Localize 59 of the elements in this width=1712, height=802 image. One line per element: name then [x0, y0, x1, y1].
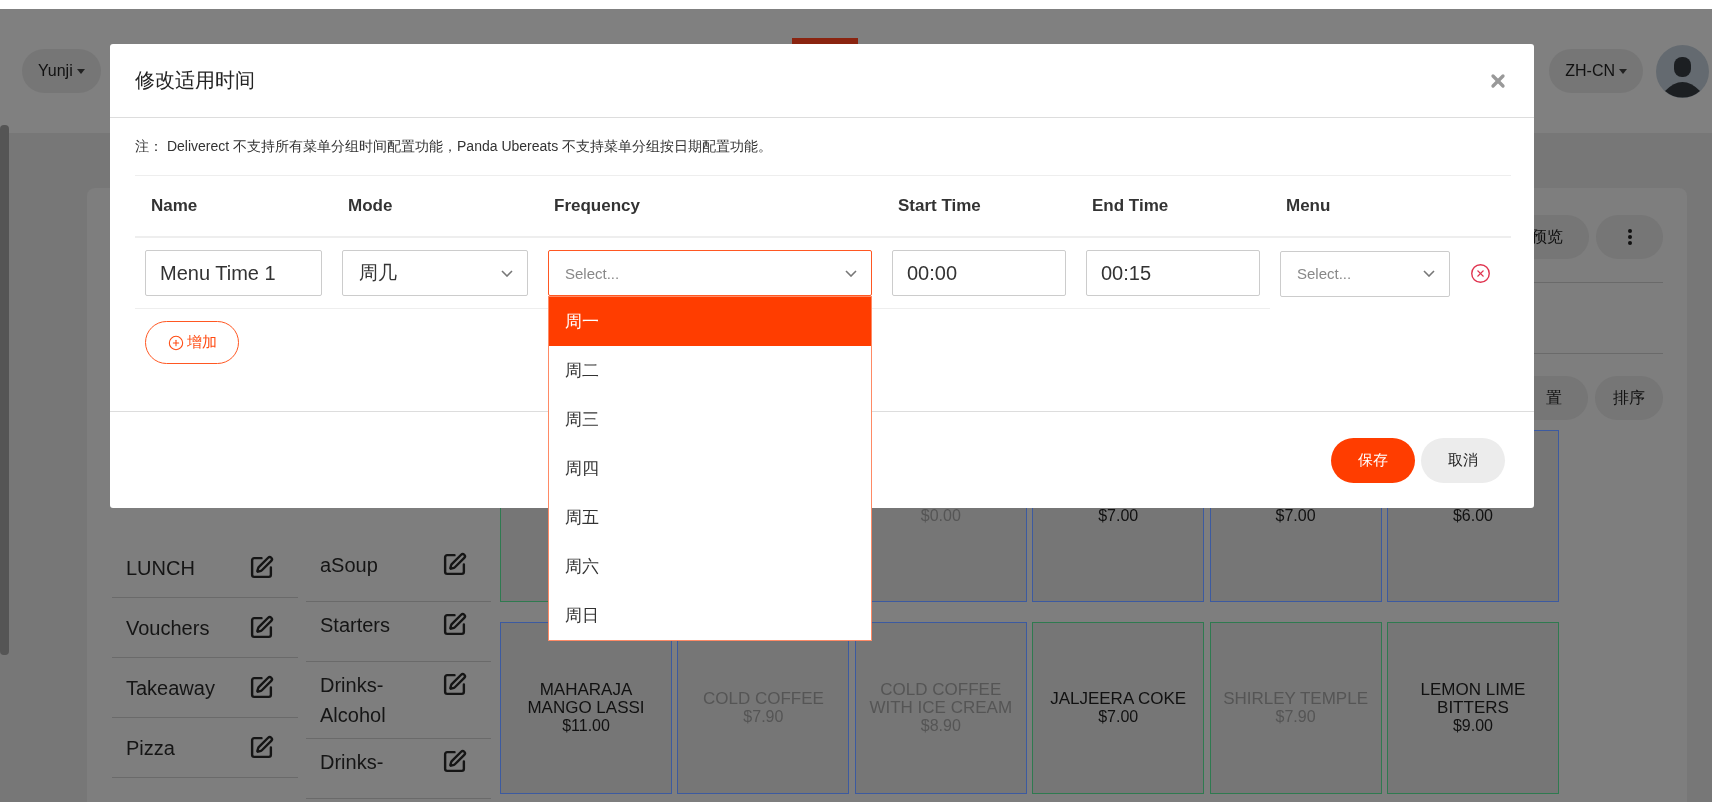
store-selector[interactable]: Yunji [22, 49, 101, 93]
group-name[interactable]: Starters [320, 610, 391, 640]
add-button[interactable]: 增加 [145, 321, 239, 364]
save-button[interactable]: 保存 [1331, 437, 1415, 483]
group-name[interactable]: Drinks- [320, 747, 384, 777]
column-header: Menu [1270, 176, 1460, 238]
category-name[interactable]: LUNCH [126, 552, 195, 583]
more-icon [1627, 229, 1632, 245]
caret-icon [76, 68, 85, 74]
chevron-icon [501, 269, 513, 277]
name-field[interactable]: Menu Time 1 [145, 250, 322, 296]
edit-icon[interactable] [442, 749, 467, 774]
product-name: MAHARAJA MANGO LASSI [526, 680, 646, 717]
group-name[interactable]: aSoup [320, 550, 378, 580]
column-header: Start Time [882, 176, 1076, 238]
product-price: $7.00 [1098, 507, 1139, 525]
toolbar-button[interactable]: 排序 [1595, 376, 1663, 420]
category-name[interactable]: Pizza [126, 732, 175, 763]
frequency-select[interactable]: Select... [548, 250, 872, 296]
plus-icon [167, 334, 184, 351]
edit-icon[interactable] [442, 552, 467, 577]
note-text: 注： Deliverect 不支持所有菜单分组时间配置功能，Panda Ubereats 不支持菜单分组按日期配置功能。 [135, 137, 773, 156]
edit-icon[interactable] [442, 672, 467, 697]
product-price: $6.00 [1452, 507, 1493, 525]
product-name: LEMON LIME BITTERS [1419, 680, 1527, 717]
edit-icon[interactable] [249, 615, 274, 640]
column-header: Name [135, 176, 332, 238]
remove-icon[interactable] [1470, 263, 1491, 284]
category-name[interactable]: Vouchers [126, 612, 210, 643]
end-time-field[interactable]: 00:15 [1086, 250, 1260, 296]
dropdown-option[interactable]: 周一 [549, 297, 871, 346]
mode-select[interactable]: 周几 [342, 250, 528, 296]
chevron-icon [845, 269, 857, 277]
cancel-button[interactable]: 取消 [1421, 437, 1505, 483]
nav-indicator [791, 38, 858, 44]
start-time-field[interactable]: 00:00 [892, 250, 1066, 296]
product-name: JALJEERA COKE [1050, 689, 1187, 708]
avatar-icon[interactable] [1656, 44, 1709, 98]
product-price: $7.00 [1098, 707, 1139, 726]
category-name[interactable]: Takeaway [126, 672, 215, 703]
column-header: Mode [332, 176, 538, 238]
language-selector[interactable]: ZH-CN [1549, 49, 1643, 93]
product-tile[interactable]: LEMON LIME BITTERS $9.00 [1386, 621, 1559, 794]
menu-select[interactable]: Select... [1280, 250, 1450, 297]
edit-icon[interactable] [442, 612, 467, 637]
product-price: $7.00 [1275, 507, 1316, 525]
product-price: $9.00 [1452, 716, 1493, 735]
edit-icon[interactable] [249, 555, 274, 580]
product-tile[interactable]: JALJEERA COKE $7.00 [1032, 621, 1205, 794]
caret-icon [1619, 68, 1627, 74]
edit-icon[interactable] [249, 675, 274, 700]
chevron-icon [1423, 270, 1435, 277]
group-name[interactable]: Drinks- Alcohol [320, 670, 386, 730]
product-price: $11.00 [562, 716, 610, 735]
dialog-title: 修改适用时间 [135, 68, 255, 93]
column-header: Frequency [538, 176, 882, 238]
edit-icon[interactable] [249, 735, 274, 760]
column-header: End Time [1076, 176, 1270, 238]
scrollbar[interactable] [0, 125, 9, 655]
